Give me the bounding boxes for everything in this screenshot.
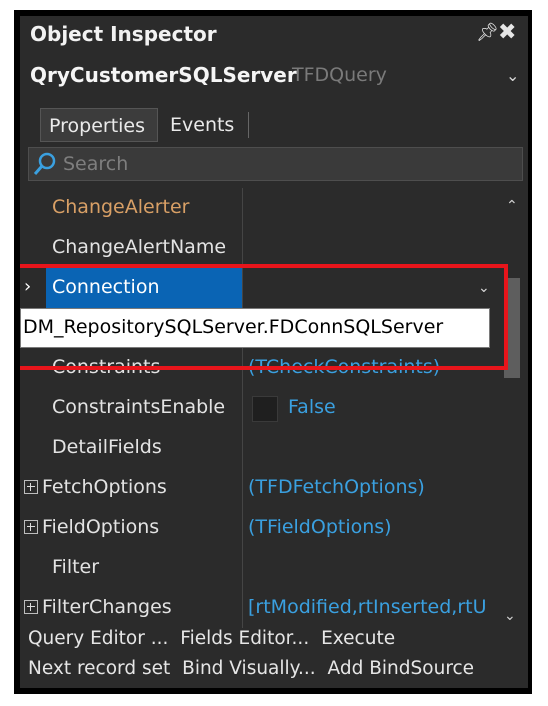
property-value: [rtModified,rtInserted,rtU (248, 596, 487, 618)
tab-properties[interactable]: Properties (40, 108, 158, 142)
property-row[interactable]: Constraints (TCheckConstraints) (20, 348, 500, 388)
selected-property-name[interactable]: Connection (46, 268, 242, 308)
query-editor-link[interactable]: Query Editor ... (28, 628, 168, 649)
expand-icon[interactable] (24, 600, 38, 614)
property-name: Constraints (52, 356, 161, 378)
property-row[interactable]: FetchOptions (TFDFetchOptions) (20, 468, 500, 508)
property-value: False (288, 396, 336, 418)
property-value: (TFDFetchOptions) (248, 476, 425, 498)
dropdown-arrow-icon[interactable]: ⌄ (478, 280, 490, 296)
property-row-connection[interactable]: › Connection ⌄ (20, 268, 500, 308)
property-row[interactable]: Filter (20, 548, 500, 588)
action-line-1: Query Editor ... Fields Editor... Execut… (28, 628, 401, 649)
tab-properties-label: Properties (49, 115, 146, 137)
window-title: Object Inspector (30, 22, 217, 46)
action-links: Query Editor ... Fields Editor... Execut… (20, 624, 528, 688)
property-grid: ChangeAlerter ChangeAlertName › Connecti… (20, 188, 528, 628)
property-row[interactable]: ChangeAlertName (20, 228, 500, 268)
property-row[interactable]: DetailFields (20, 428, 500, 468)
object-name: QryCustomerSQLServer (30, 63, 297, 87)
property-row[interactable]: FieldOptions (TFieldOptions) (20, 508, 500, 548)
next-record-set-link[interactable]: Next record set (28, 658, 170, 679)
property-name: DetailFields (52, 436, 162, 458)
fields-editor-link[interactable]: Fields Editor... (180, 628, 309, 649)
tab-events[interactable]: Events (162, 108, 244, 142)
add-bindsource-link[interactable]: Add BindSource (328, 658, 475, 679)
connection-dropdown-value[interactable]: DM_RepositorySQLServer.FDConnSQLServer (20, 308, 490, 348)
action-line-2: Next record set Bind Visually... Add Bin… (28, 658, 480, 679)
property-row[interactable]: FilterChanges [rtModified,rtInserted,rtU (20, 588, 500, 628)
close-icon[interactable]: ✖ (498, 20, 516, 45)
property-name: FilterChanges (42, 596, 172, 618)
scroll-up-icon[interactable]: ⌃ (506, 198, 518, 214)
bind-visually-link[interactable]: Bind Visually... (182, 658, 316, 679)
property-value: (TFieldOptions) (248, 516, 392, 538)
search-input[interactable]: Search (28, 147, 523, 181)
chevron-right-icon: › (24, 276, 32, 297)
property-name: Filter (52, 556, 100, 578)
title-bar: Object Inspector 📌︎ ✖ (20, 16, 528, 56)
property-row[interactable]: ConstraintsEnable False (20, 388, 500, 428)
property-name: Connection (52, 276, 160, 298)
chevron-down-icon[interactable]: ⌄ (506, 66, 519, 85)
object-inspector-panel: Object Inspector 📌︎ ✖ QryCustomerSQLServ… (20, 16, 528, 688)
search-icon (33, 152, 56, 175)
property-name: ConstraintsEnable (52, 396, 226, 418)
object-selector[interactable]: QryCustomerSQLServer TFDQuery ⌄ (20, 56, 528, 96)
checkbox[interactable] (252, 396, 278, 422)
property-name: FetchOptions (42, 476, 167, 498)
expand-icon[interactable] (24, 520, 38, 534)
pin-icon[interactable]: 📌︎ (476, 22, 499, 43)
property-row[interactable]: ChangeAlerter (20, 188, 500, 228)
connection-value: DM_RepositorySQLServer.FDConnSQLServer (23, 316, 444, 338)
property-name: ChangeAlerter (52, 196, 190, 218)
tab-divider (248, 112, 249, 138)
execute-link[interactable]: Execute (321, 628, 395, 649)
expand-icon[interactable] (24, 480, 38, 494)
scrollbar-thumb[interactable] (504, 278, 520, 378)
property-name: ChangeAlertName (52, 236, 227, 258)
scroll-down-icon[interactable]: ⌄ (504, 608, 516, 624)
object-type: TFDQuery (292, 64, 387, 86)
search-placeholder: Search (63, 153, 129, 175)
property-name: FieldOptions (42, 516, 160, 538)
tab-events-label: Events (170, 114, 235, 136)
property-value: (TCheckConstraints) (248, 356, 441, 378)
